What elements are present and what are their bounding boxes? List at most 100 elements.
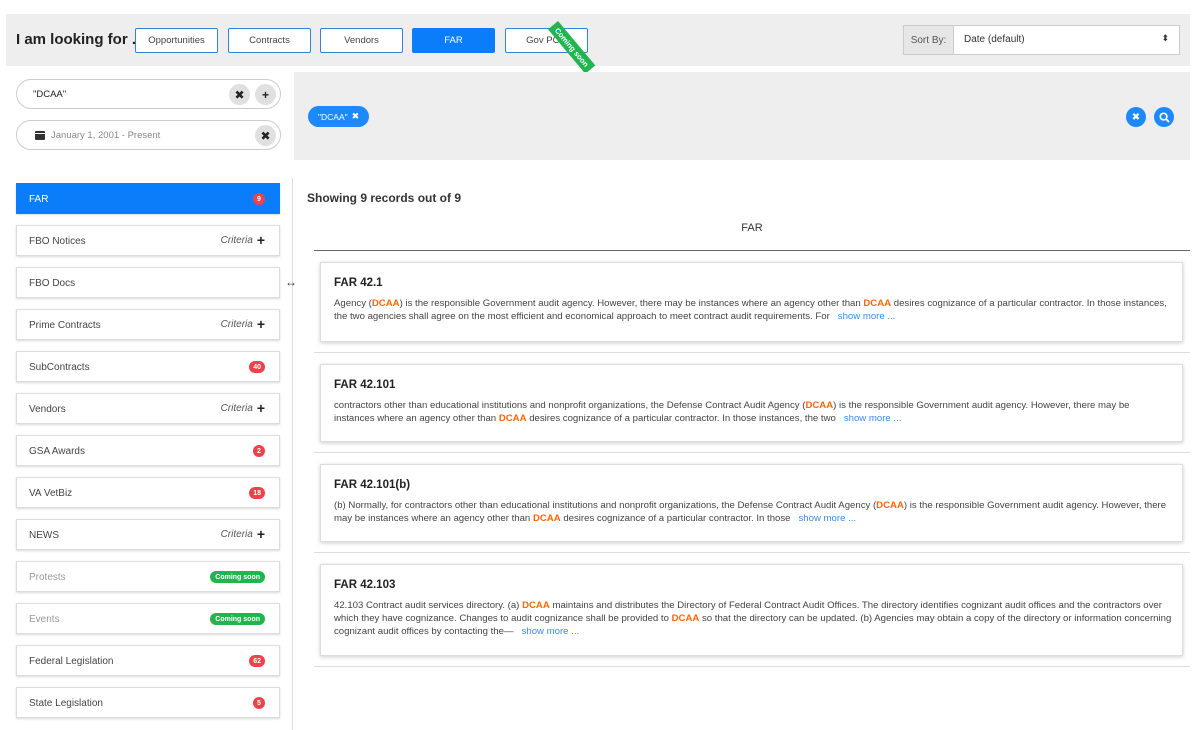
sidebar-item-label: GSA Awards: [29, 446, 85, 457]
highlight-term: DCAA: [876, 500, 904, 511]
sidebar-item-label: Prime Contracts: [29, 320, 101, 331]
sidebar-item-vendors[interactable]: Vendors Criteria +: [16, 393, 280, 424]
snippet-text: 42.103 Contract audit services directory…: [334, 600, 523, 611]
sidebar-item-subcontracts[interactable]: SubContracts 40: [16, 351, 280, 382]
result-card[interactable]: FAR 42.103 42.103 Contract audit service…: [320, 564, 1183, 656]
sidebar-item-news[interactable]: NEWS Criteria +: [16, 519, 280, 550]
show-more-link[interactable]: show more ...: [522, 626, 580, 637]
criteria-label: Criteria: [220, 402, 253, 414]
sidebar-item-fbo-docs[interactable]: FBO Docs: [16, 267, 280, 298]
sidebar-item-label: FBO Docs: [29, 278, 76, 289]
plus-icon: +: [256, 232, 265, 248]
highlight-term: DCAA: [863, 298, 892, 309]
sidebar-item-label: SubContracts: [29, 362, 90, 373]
result-card[interactable]: FAR 42.101 contractors other than educat…: [320, 364, 1183, 442]
result-snippet: Agency (DCAA) is the responsible Governm…: [334, 297, 1172, 323]
criteria-button[interactable]: Criteria +: [220, 316, 265, 332]
resize-handle-icon[interactable]: ↔: [285, 275, 297, 289]
sidebar-item-label: Events: [29, 614, 60, 625]
search-button[interactable]: [1154, 107, 1174, 127]
snippet-text: desires cognizance of a particular contr…: [526, 413, 836, 424]
calendar-icon: [35, 131, 45, 140]
sort-by-value: Date (default): [964, 34, 1025, 45]
result-card[interactable]: FAR 42.101(b) (b) Normally, for contract…: [320, 464, 1183, 542]
keyword-search-value: "DCAA": [33, 89, 67, 100]
sidebar-item-protests: Protests Coming soon: [16, 561, 280, 592]
clear-date-button[interactable]: ✖: [255, 125, 276, 146]
show-more-link[interactable]: show more ...: [838, 311, 896, 322]
result-title[interactable]: FAR 42.1: [334, 277, 383, 289]
looking-for-label: I am looking for . . .: [16, 31, 153, 48]
highlight-term: DCAA: [498, 413, 527, 424]
count-badge: 40: [249, 361, 265, 373]
criteria-button[interactable]: Criteria +: [220, 400, 265, 416]
plus-icon: +: [256, 316, 265, 332]
coming-soon-badge: Coming soon: [210, 571, 265, 583]
date-range-value: January 1, 2001 - Present: [51, 130, 161, 141]
result-snippet: contractors other than educational insti…: [334, 399, 1172, 425]
snippet-text: desires cognizance of a particular contr…: [560, 513, 791, 524]
sidebar-item-label: VA VetBiz: [29, 488, 73, 499]
count-badge: 18: [249, 487, 265, 499]
row-divider: [314, 666, 1190, 667]
plus-icon: +: [256, 526, 265, 542]
category-opportunities-button[interactable]: Opportunities: [135, 28, 218, 53]
criteria-label: Criteria: [220, 528, 253, 540]
result-title[interactable]: FAR 42.101: [334, 379, 395, 391]
sort-by-label: Sort By:: [904, 26, 954, 54]
sidebar-divider: [292, 178, 293, 730]
sidebar-item-label: Vendors: [29, 404, 66, 415]
section-divider: [314, 250, 1190, 251]
show-more-link[interactable]: show more ...: [844, 413, 902, 424]
select-caret-icon: ⬍: [1161, 33, 1169, 43]
plus-icon: +: [256, 400, 265, 416]
criteria-button[interactable]: Criteria +: [220, 232, 265, 248]
criteria-label: Criteria: [220, 318, 253, 330]
sidebar-item-fbo-notices[interactable]: FBO Notices Criteria +: [16, 225, 280, 256]
highlight-term: DCAA: [805, 400, 834, 411]
count-badge: 2: [253, 445, 265, 457]
search-icon: [1158, 111, 1170, 123]
sidebar-item-label: Protests: [29, 572, 66, 583]
criteria-label: Criteria: [220, 234, 253, 246]
snippet-text: Agency (: [334, 298, 372, 309]
category-vendors-button[interactable]: Vendors: [320, 28, 403, 53]
keyword-search-input[interactable]: "DCAA" ✖ +: [16, 79, 281, 109]
sidebar-item-state-legislation[interactable]: State Legislation 5: [16, 687, 280, 718]
snippet-text: ) is the responsible Government audit ag…: [399, 298, 864, 309]
category-toolbar: I am looking for . . . Opportunities Con…: [6, 14, 1190, 74]
highlight-term: DCAA: [671, 613, 700, 624]
criteria-button[interactable]: Criteria +: [220, 526, 265, 542]
sidebar-item-gsa-awards[interactable]: GSA Awards 2: [16, 435, 280, 466]
sidebar-item-federal-legislation[interactable]: Federal Legislation 62: [16, 645, 280, 676]
sidebar-item-prime-contracts[interactable]: Prime Contracts Criteria +: [16, 309, 280, 340]
count-badge: 62: [249, 655, 265, 667]
sidebar-item-label: State Legislation: [29, 698, 103, 709]
result-snippet: 42.103 Contract audit services directory…: [334, 599, 1172, 638]
clear-all-button[interactable]: ✖: [1126, 107, 1146, 127]
sidebar-item-va-vetbiz[interactable]: VA VetBiz 18: [16, 477, 280, 508]
clear-keyword-button[interactable]: ✖: [229, 84, 250, 105]
remove-chip-icon[interactable]: ✖: [352, 111, 360, 122]
sidebar-item-label: FBO Notices: [29, 236, 86, 247]
row-divider: [314, 352, 1190, 353]
sidebar-item-label: FAR: [29, 194, 49, 205]
sort-by-select[interactable]: Sort By: Date (default) ⬍: [903, 25, 1180, 55]
highlight-term: DCAA: [371, 298, 400, 309]
count-badge: 9: [253, 193, 265, 205]
category-contracts-button[interactable]: Contracts: [228, 28, 311, 53]
result-card[interactable]: FAR 42.1 Agency (DCAA) is the responsibl…: [320, 262, 1183, 342]
show-more-link[interactable]: show more ...: [799, 513, 857, 524]
date-range-input[interactable]: January 1, 2001 - Present ✖: [16, 120, 281, 150]
sidebar-item-label: Federal Legislation: [29, 656, 114, 667]
category-far-button[interactable]: FAR: [412, 28, 495, 53]
result-title[interactable]: FAR 42.101(b): [334, 479, 410, 491]
snippet-text: contractors other than educational insti…: [334, 400, 806, 411]
filter-chip-dcaa[interactable]: "DCAA" ✖: [308, 106, 370, 127]
row-divider: [314, 552, 1190, 553]
add-keyword-button[interactable]: +: [255, 84, 276, 105]
result-title[interactable]: FAR 42.103: [334, 579, 395, 591]
result-snippet: (b) Normally, for contractors other than…: [334, 499, 1172, 525]
sidebar-item-far[interactable]: FAR 9: [16, 183, 280, 214]
results-count: Showing 9 records out of 9: [307, 191, 462, 205]
